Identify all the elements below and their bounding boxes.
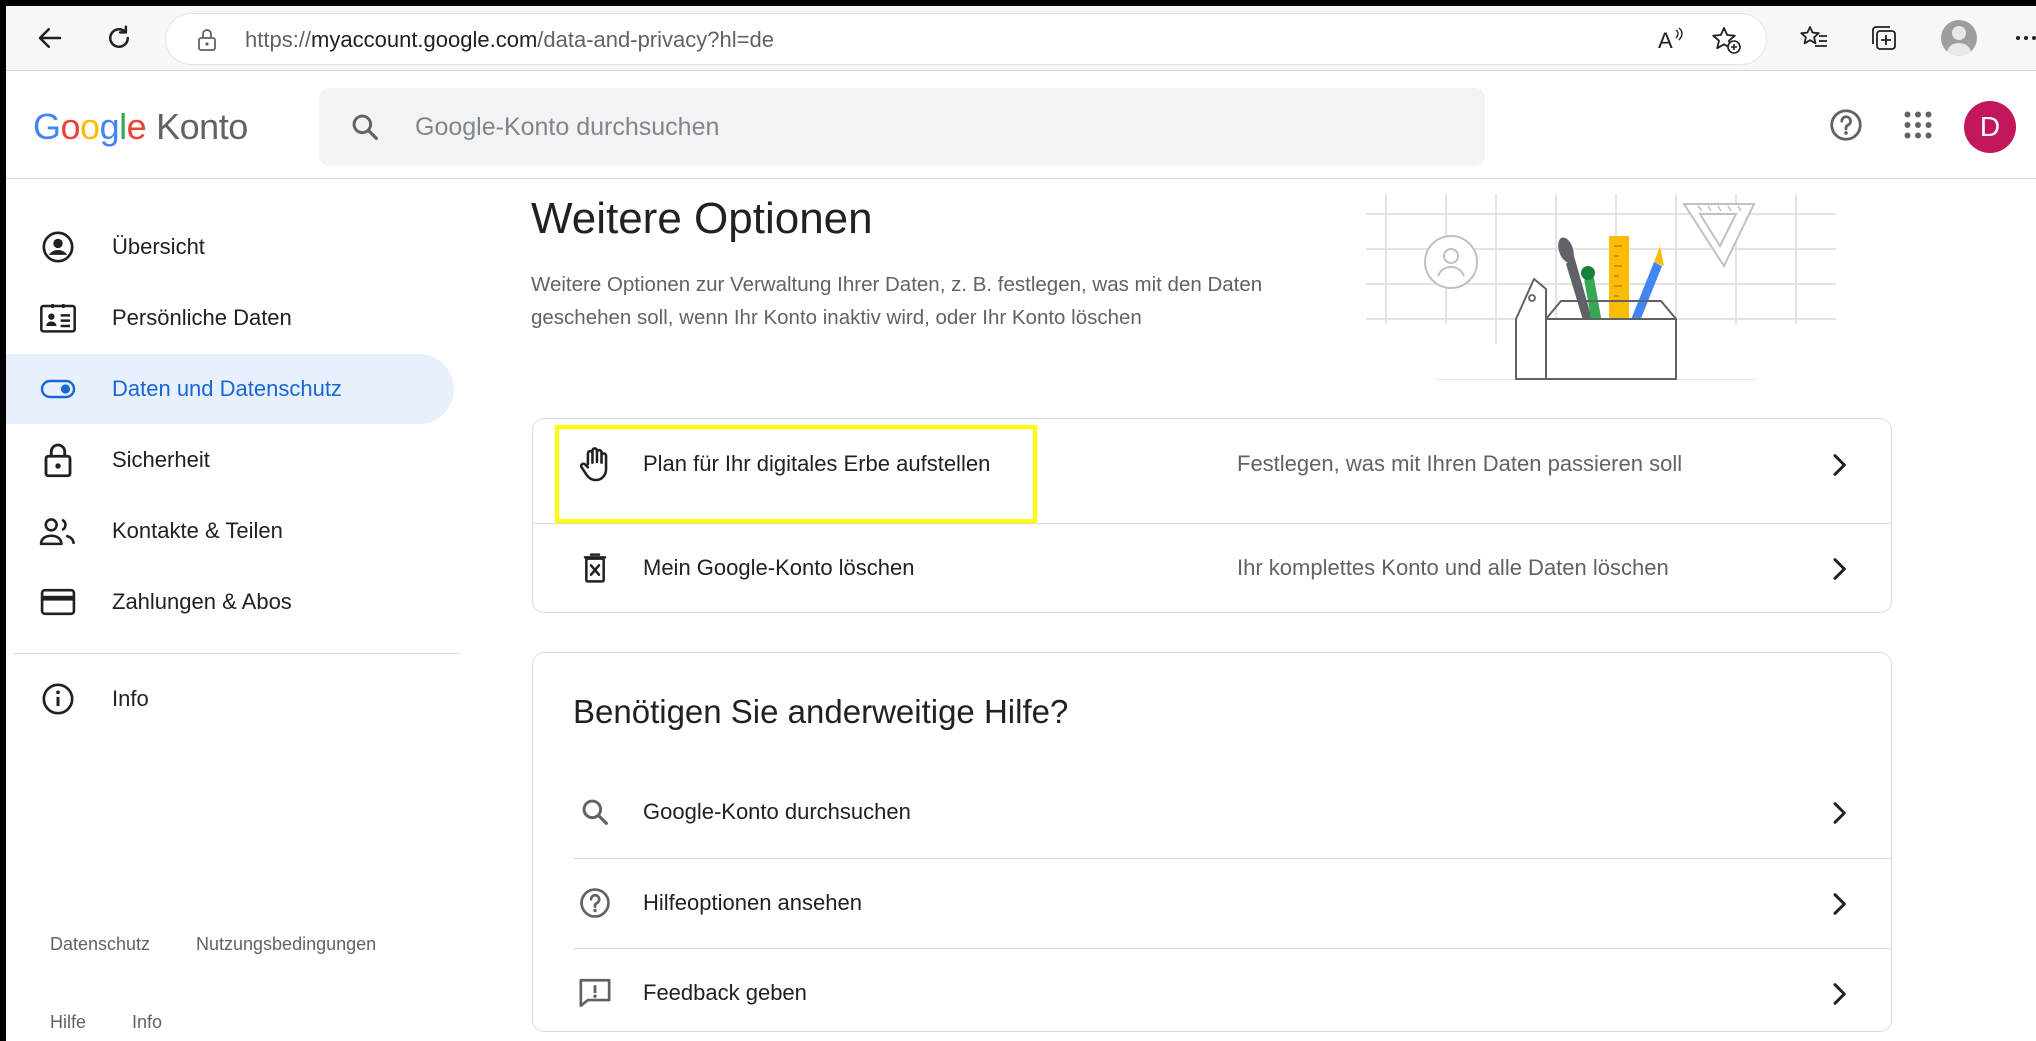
help-options-row[interactable]: Hilfeoptionen ansehen	[533, 858, 1891, 948]
row-description: Festlegen, was mit Ihren Daten passieren…	[1237, 451, 1683, 476]
chevron-right-icon	[1823, 888, 1855, 925]
sidebar-item-label: Info	[112, 686, 149, 711]
account-header: GoogleKonto D	[6, 71, 2036, 179]
help-search-row[interactable]: Google-Konto durchsuchen	[533, 767, 1891, 857]
delete-account-row[interactable]: Mein Google-Konto löschen Ihr komplettes…	[533, 523, 1891, 613]
site-info-icon[interactable]	[196, 28, 218, 57]
sidebar-item-people-sharing[interactable]: Kontakte & Teilen	[6, 496, 454, 566]
sidebar-item-label: Kontakte & Teilen	[112, 518, 283, 543]
address-bar[interactable]: https://myaccount.google.com/data-and-pr…	[166, 14, 1766, 64]
chevron-right-icon	[1823, 553, 1855, 590]
chevron-right-icon	[1823, 978, 1855, 1015]
people-icon	[38, 511, 78, 551]
toolbox-illustration	[1366, 194, 1836, 385]
sidebar-item-label: Sicherheit	[112, 447, 210, 472]
sidebar-item-label: Übersicht	[112, 234, 205, 259]
more-options-card: Plan für Ihr digitales Erbe aufstellen F…	[532, 418, 1892, 613]
sidebar-item-info[interactable]: Info	[6, 664, 454, 734]
terms-link[interactable]: Nutzungsbedingungen	[196, 934, 376, 955]
page-description: Weitere Optionen zur Verwaltung Ihrer Da…	[531, 273, 1263, 329]
reload-icon[interactable]	[99, 18, 139, 58]
feedback-icon	[577, 975, 613, 1011]
sidebar-nav: Übersicht Persönliche Daten Daten und Da…	[6, 179, 466, 1041]
help-link[interactable]: Hilfe	[50, 1012, 86, 1033]
info-link[interactable]: Info	[132, 1012, 162, 1033]
info-icon	[38, 679, 78, 719]
account-circle-icon	[38, 227, 78, 267]
sidebar-item-personal-info[interactable]: Persönliche Daten	[6, 283, 454, 353]
add-favorite-icon[interactable]	[1711, 26, 1741, 59]
search-icon	[577, 794, 613, 830]
browser-window: https://myaccount.google.com/data-and-pr…	[6, 6, 2036, 1041]
lock-icon	[38, 440, 78, 480]
collections-icon[interactable]	[1864, 18, 1904, 58]
browser-toolbar: https://myaccount.google.com/data-and-pr…	[6, 6, 2036, 71]
page-title: Weitere Optionen	[531, 194, 873, 243]
row-title: Hilfeoptionen ansehen	[643, 890, 862, 915]
sidebar-item-security[interactable]: Sicherheit	[6, 425, 454, 495]
privacy-link[interactable]: Datenschutz	[50, 934, 150, 955]
id-card-icon	[38, 298, 78, 338]
svg-text:A: A	[1658, 28, 1673, 52]
google-konto-logo[interactable]: Google Konto	[33, 106, 248, 148]
search-icon	[349, 111, 381, 148]
sidebar-divider	[14, 653, 460, 654]
sidebar-item-overview[interactable]: Übersicht	[6, 212, 454, 282]
sidebar-item-label: Daten und Datenschutz	[112, 376, 342, 401]
url-text: https://myaccount.google.com/data-and-pr…	[245, 27, 774, 52]
more-icon[interactable]	[2011, 18, 2036, 58]
row-title: Feedback geben	[643, 980, 807, 1005]
row-title: Mein Google-Konto löschen	[643, 555, 915, 580]
profile-icon[interactable]	[1939, 18, 1979, 58]
search-input[interactable]	[415, 88, 1415, 166]
help-title: Benötigen Sie anderweitige Hilfe?	[573, 693, 1069, 730]
sidebar-item-data-privacy[interactable]: Daten und Datenschutz	[6, 354, 454, 424]
help-card: Benötigen Sie anderweitige Hilfe? Google…	[532, 652, 1892, 1032]
apps-grid-icon[interactable]	[1900, 107, 1936, 148]
help-icon[interactable]	[1828, 107, 1864, 148]
user-avatar[interactable]: D	[1964, 101, 2016, 153]
chevron-right-icon	[1823, 797, 1855, 834]
chevron-right-icon	[1823, 449, 1855, 486]
help-circle-icon	[577, 885, 613, 921]
favorites-icon[interactable]	[1794, 18, 1834, 58]
sidebar-item-label: Persönliche Daten	[112, 305, 292, 330]
back-icon[interactable]	[30, 18, 70, 58]
read-aloud-icon[interactable]: A	[1656, 26, 1686, 57]
toggle-icon	[38, 369, 78, 409]
account-search[interactable]	[319, 88, 1485, 166]
digital-legacy-row[interactable]: Plan für Ihr digitales Erbe aufstellen F…	[533, 419, 1891, 523]
avatar-initial: D	[1979, 111, 2001, 142]
sidebar-item-label: Zahlungen & Abos	[112, 589, 292, 614]
feedback-row[interactable]: Feedback geben	[533, 948, 1891, 1038]
row-title: Google-Konto durchsuchen	[643, 799, 911, 824]
credit-card-icon	[38, 582, 78, 622]
highlight-box	[555, 425, 1037, 523]
delete-box-icon	[577, 550, 613, 586]
sidebar-item-payments[interactable]: Zahlungen & Abos	[6, 567, 454, 637]
row-description: Ihr komplettes Konto und alle Daten lösc…	[1237, 555, 1669, 580]
